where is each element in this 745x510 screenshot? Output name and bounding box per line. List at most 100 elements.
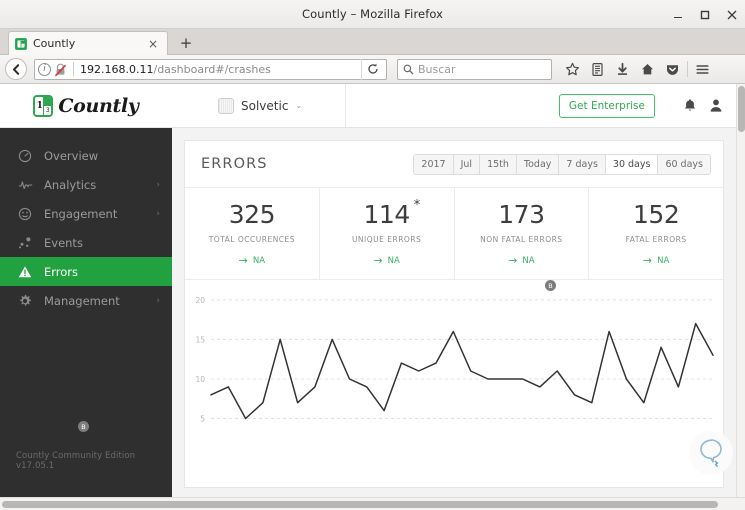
panel-header: ERRORS 2017 Jul 15th Today 7 days 30 day… (185, 141, 723, 187)
app-switcher[interactable]: Solvetic ⌄ (172, 84, 346, 128)
vertical-scroll-thumb[interactable] (738, 86, 745, 132)
url-divider (73, 62, 74, 76)
horizontal-scroll-thumb[interactable] (2, 501, 718, 508)
feedback-widget-button[interactable] (689, 431, 733, 475)
url-host: 192.168.0.11 (80, 62, 154, 76)
downloads-icon[interactable] (610, 57, 635, 82)
search-input[interactable]: Buscar (418, 63, 456, 76)
sidebar-item-management[interactable]: Management › (0, 286, 172, 315)
stat-label: UNIQUE ERRORS (351, 235, 422, 244)
stats-row: 325 TOTAL OCCURENCES → NA 114 * UNIQUE ER… (185, 187, 723, 279)
bookmark-star-icon[interactable] (560, 57, 585, 82)
trend-value: NA (657, 255, 670, 266)
stat-total-occurences: 325 TOTAL OCCURENCES → NA (185, 188, 320, 279)
window-title: Countly – Mozilla Firefox (301, 7, 444, 21)
search-icon (403, 64, 414, 74)
tab-countly[interactable]: Countly × (8, 31, 168, 55)
app-avatar-icon (218, 97, 234, 114)
reload-icon[interactable] (361, 58, 383, 80)
chart-canvas: 5 10 15 20 (195, 296, 714, 424)
date-filter-60-days[interactable]: 60 days (658, 154, 710, 174)
get-enterprise-button[interactable]: Get Enterprise (558, 93, 655, 118)
trend-arrow-icon: → (642, 254, 653, 267)
sidebar-item-overview[interactable]: Overview (0, 141, 172, 170)
stat-trend: → NA (459, 255, 585, 266)
tab-title: Countly (33, 37, 76, 50)
date-filter-jul[interactable]: Jul (453, 154, 481, 174)
url-bar[interactable]: i 192.168.0.11/dashboard#/crashes (34, 58, 387, 80)
stat-value: 173 (498, 200, 545, 229)
countly-favicon-icon (15, 37, 27, 50)
maximize-icon[interactable] (698, 8, 712, 22)
trend-arrow-icon: → (373, 254, 383, 267)
new-tab-button[interactable]: + (176, 33, 196, 53)
close-icon[interactable] (725, 8, 739, 22)
window-controls (671, 0, 739, 29)
toolbar-divider (687, 61, 688, 77)
tab-strip: Countly × + (0, 29, 745, 55)
trend-arrow-icon: → (508, 254, 518, 267)
home-icon[interactable] (635, 57, 660, 82)
countly-logo-text: Countly (58, 94, 139, 117)
sidebar-item-analytics[interactable]: Analytics › (0, 170, 172, 199)
pocket-icon[interactable] (660, 57, 685, 82)
search-bar[interactable]: Buscar (397, 58, 552, 80)
chart-annotation-marker-right[interactable]: B (545, 280, 556, 291)
sidebar-item-errors[interactable]: Errors (0, 257, 172, 286)
library-icon[interactable] (585, 57, 610, 82)
stat-trend: → NA (324, 255, 450, 266)
gauge-icon (18, 149, 44, 163)
errors-line-chart[interactable]: 5 10 15 20 (185, 279, 723, 487)
chart-annotation-marker-left[interactable]: B (78, 421, 89, 432)
chart-series-line (210, 322, 714, 420)
tab-close-icon[interactable]: × (145, 38, 161, 50)
trend-value: NA (387, 255, 400, 266)
page-horizontal-scrollbar[interactable] (0, 497, 745, 510)
date-filter-group: 2017 Jul 15th Today 7 days 30 days 60 da… (413, 153, 711, 175)
stat-label: NON FATAL ERRORS (480, 235, 563, 244)
smiley-icon (18, 207, 44, 221)
back-button[interactable] (5, 58, 27, 80)
stat-trend: → NA (189, 255, 315, 266)
broken-lock-icon[interactable] (54, 62, 67, 77)
stat-label: TOTAL OCCURENCES (208, 235, 296, 244)
stat-trend: → NA (593, 255, 719, 266)
y-axis-tick-label: 20 (195, 296, 205, 305)
date-filter-2017[interactable]: 2017 (414, 154, 454, 174)
page-vertical-scrollbar[interactable] (736, 84, 745, 497)
browser-window: Countly – Mozilla Firefox Countly × + i … (0, 0, 745, 510)
window-titlebar: Countly – Mozilla Firefox (0, 0, 745, 29)
trend-value: NA (252, 255, 266, 266)
countly-logo[interactable]: 1 3 Countly (0, 84, 172, 128)
date-filter-7-days[interactable]: 7 days (559, 154, 606, 174)
stat-value: 325 (228, 200, 276, 229)
appbar-actions: Get Enterprise (558, 93, 745, 119)
stat-unique-errors: 114 * UNIQUE ERRORS → NA (320, 188, 455, 279)
menu-icon[interactable] (690, 57, 715, 82)
y-axis-tick-label: 10 (195, 375, 205, 384)
app-topbar: Solvetic ⌄ Get Enterprise (172, 84, 745, 128)
date-filter-30-days[interactable]: 30 days (605, 154, 659, 174)
chevron-right-icon: › (156, 208, 160, 219)
date-filter-15th[interactable]: 15th (480, 154, 517, 174)
main-content: ERRORS 2017 Jul 15th Today 7 days 30 day… (172, 128, 738, 497)
minimize-icon[interactable] (671, 8, 685, 22)
app-name-label: Solvetic (241, 98, 289, 113)
toolbar-icons (560, 57, 715, 82)
sidebar-item-engagement[interactable]: Engagement › (0, 199, 172, 228)
logo-fraction-top (44, 96, 52, 105)
bell-icon[interactable] (677, 93, 703, 119)
date-filter-today[interactable]: Today (516, 154, 560, 174)
url-text: 192.168.0.11/dashboard#/crashes (80, 63, 358, 76)
sidebar-item-events[interactable]: Events (0, 228, 172, 257)
chevron-down-icon: ⌄ (295, 101, 303, 110)
trend-value: NA (522, 255, 535, 266)
pulse-icon (18, 178, 44, 192)
page-title: ERRORS (201, 156, 268, 172)
user-account-icon[interactable] (703, 93, 729, 119)
logo-fraction-block: 3 (43, 96, 52, 115)
stat-fatal-errors: 152 FATAL ERRORS → NA (589, 188, 723, 279)
url-path: /dashboard#/crashes (153, 62, 271, 76)
site-identity-icon[interactable]: i (38, 62, 51, 76)
gear-icon (18, 294, 44, 308)
